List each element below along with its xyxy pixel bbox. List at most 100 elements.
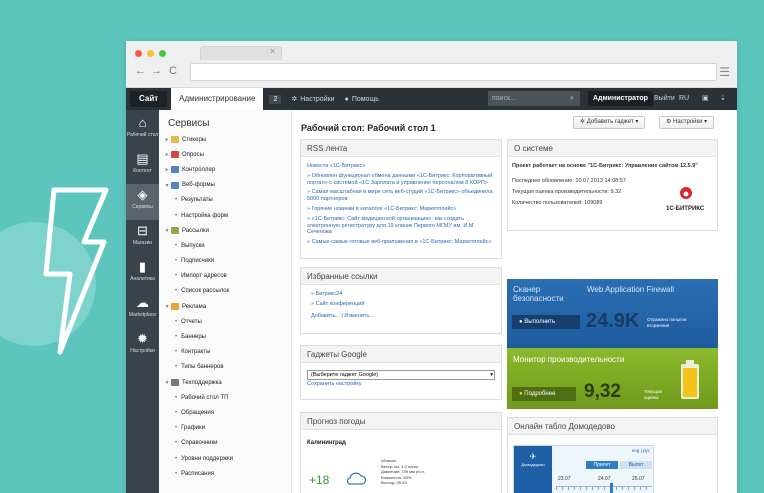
add-gadget-button[interactable]: ✲ Добавить гаджет ▾ — [573, 116, 646, 129]
date-label[interactable]: 23.07 — [558, 476, 571, 482]
forward-icon[interactable]: → — [151, 65, 162, 77]
services-tree: Сервисы ▸ Стикеры ▸ Опросы ▸ Контроллер ▾ Веб-ф… — [159, 110, 292, 493]
tree-subitem[interactable]: • Результаты — [159, 193, 291, 208]
tree-subitem[interactable]: • Отчеты — [159, 314, 291, 329]
sidebar-item-marketplace[interactable]: ☁ Marketplace — [126, 292, 159, 328]
search-input[interactable]: поиск... — [488, 91, 580, 106]
sidebar-item-analytics[interactable]: ▮ Аналитика — [126, 256, 159, 292]
rss-link[interactable]: » Самые-самые готовые веб-приложения в «… — [307, 239, 495, 246]
tree-item[interactable]: ▾ Техподдержка — [159, 375, 291, 390]
tree-subitem[interactable]: • Выпуски — [159, 238, 291, 253]
tree-subitem[interactable]: • Рабочий стол ТП — [159, 390, 291, 405]
time-slider[interactable] — [610, 483, 613, 493]
admin-topbar: Сайт Администрирование 2 ✲ Настройки ● Пом… — [126, 88, 737, 110]
minimize-dot-icon[interactable] — [147, 50, 154, 57]
tree-subitem[interactable]: • Подписчики — [159, 254, 291, 269]
expand-arrow-icon[interactable]: ▾ — [163, 379, 171, 386]
tree-subitem[interactable]: • Контракты — [159, 345, 291, 360]
tree-item[interactable]: ▸ Контроллер — [159, 162, 291, 177]
google-select-value: (Выберите гаджет Google) — [311, 372, 379, 378]
site-button[interactable]: Сайт — [130, 91, 168, 107]
menu-icon[interactable]: ☰ — [719, 65, 730, 79]
tree-subitem[interactable]: • Уровни поддержки — [159, 451, 291, 466]
sidebar-item-settings[interactable]: ✹ Настройки — [126, 328, 159, 364]
scanner-note: Отражено попыток вторжения — [647, 317, 687, 328]
expand-arrow-icon[interactable]: ▸ — [163, 166, 171, 173]
monitor-details-button[interactable]: ● Подробнее — [512, 387, 576, 401]
expand-arrow-icon[interactable]: ▾ — [163, 303, 171, 310]
help-link[interactable]: ● Помощь — [345, 96, 379, 103]
tree-subitem[interactable]: • Список рассылок — [159, 284, 291, 299]
window-icon[interactable]: ▣ — [702, 88, 709, 110]
tree-subitem[interactable]: • Импорт адресов — [159, 269, 291, 284]
tab-close-icon[interactable]: × — [270, 46, 275, 56]
rss-link[interactable]: » Обновлен функционал обмена данными «1С… — [307, 173, 495, 187]
maximize-dot-icon[interactable] — [159, 50, 166, 57]
system-title: О системе — [508, 140, 717, 157]
weather-city: Калининград — [307, 440, 346, 446]
favorite-link[interactable]: » Битрикс24 — [311, 291, 495, 298]
sidebar-item-services[interactable]: ◈ Сервисы — [126, 184, 159, 220]
airport-title: Онлайн табло Домодедово — [508, 418, 717, 435]
favorites-actions[interactable]: Добавить... | Изменить... — [311, 313, 495, 320]
logout-link[interactable]: Выйти — [654, 88, 675, 110]
tree-subitem[interactable]: • Обращения — [159, 405, 291, 420]
scanner-run-button[interactable]: ● Выполнить — [512, 315, 580, 329]
rss-link[interactable]: » «1С-Битрикс: Сайт медицинской организа… — [307, 216, 495, 236]
tree-item-label: Результаты — [181, 197, 213, 204]
settings-link[interactable]: ✲ Настройки — [291, 95, 334, 104]
tree-subitem[interactable]: • Типы баннеров — [159, 360, 291, 375]
tree-subitem[interactable]: • Графики — [159, 421, 291, 436]
search-icon[interactable]: ⌕ — [570, 88, 574, 110]
tree-subitem[interactable]: • Баннеры — [159, 329, 291, 344]
browser-chrome: × ← → C ☰ — [126, 41, 737, 88]
bar-chart-icon: ▮ — [138, 259, 147, 274]
tree-item[interactable]: ▾ Рассылки — [159, 223, 291, 238]
rss-gadget: RSS лента Новости «1С-Битрикс» » Обновле… — [300, 139, 502, 259]
user-button[interactable]: Администратор — [588, 91, 653, 106]
tree-item[interactable]: ▾ Веб-формы — [159, 178, 291, 193]
reload-icon[interactable]: C — [169, 65, 177, 77]
expand-arrow-icon[interactable]: ▸ — [163, 136, 171, 143]
sidebar-item-desktop[interactable]: ⌂ Рабочий стол — [126, 112, 159, 148]
tree-item[interactable]: ▸ Опросы — [159, 147, 291, 162]
date-label[interactable]: 25.07 — [632, 476, 645, 482]
close-dot-icon[interactable] — [135, 50, 142, 57]
settings-button[interactable]: ⚙ Настройки ▾ — [659, 116, 715, 129]
expand-arrow-icon[interactable]: ▾ — [163, 227, 171, 234]
folder-icon — [171, 151, 179, 159]
departure-tab[interactable]: Вылет — [620, 461, 652, 469]
notifications-badge[interactable]: 2 — [269, 94, 282, 104]
rss-link[interactable]: » Горячие новинки в каталоге «1С-Битрикс… — [307, 206, 495, 213]
weather-temp: +18 — [309, 473, 330, 487]
bullet-icon: • — [175, 349, 178, 356]
tree-item[interactable]: ▾ Реклама — [159, 299, 291, 314]
tree-subitem[interactable]: • Справочники — [159, 436, 291, 451]
language-select[interactable]: RU — [679, 88, 689, 110]
google-save-link[interactable]: Сохранить настройку — [307, 381, 501, 388]
folder-icon — [171, 227, 179, 235]
address-bar[interactable] — [190, 63, 717, 81]
tree-item[interactable]: ▸ Стикеры — [159, 132, 291, 147]
expand-arrow-icon[interactable]: ▸ — [163, 151, 171, 158]
cloud-icon: ☁ — [136, 295, 149, 310]
date-label[interactable]: 24.07 — [598, 476, 611, 482]
pin-icon[interactable]: ⇣ — [720, 88, 726, 110]
expand-arrow-icon[interactable]: ▾ — [163, 182, 171, 189]
admin-tab[interactable]: Администрирование — [171, 88, 264, 110]
rss-link[interactable]: » Самая масштабная в мире сеть веб-студи… — [307, 189, 495, 203]
airport-lang[interactable]: eng | рус — [632, 448, 650, 453]
sidebar-item-content[interactable]: ▤ Контент — [126, 148, 159, 184]
back-icon[interactable]: ← — [135, 65, 146, 77]
tree-subitem[interactable]: • Расписания — [159, 466, 291, 481]
sidebar-item-shop[interactable]: ⊟ Магазин — [126, 220, 159, 256]
tree-subitem[interactable]: • Настройка форм — [159, 208, 291, 223]
rss-link[interactable]: Новости «1С-Битрикс» — [307, 163, 495, 170]
favorite-link[interactable]: » Сайт конференций — [311, 301, 495, 308]
google-gadget-select[interactable]: (Выберите гаджет Google) ▾ — [307, 370, 495, 380]
tree-item-label: Контракты — [181, 349, 211, 356]
arrival-tab[interactable]: Прилет — [586, 461, 618, 469]
airport-gadget: Онлайн табло Домодедово ✈ Домодедово eng… — [507, 417, 718, 493]
system-last-update: Последнее обновление: 10.07.2013 14:08:5… — [512, 178, 626, 184]
tree-item-label: Техподдержка — [182, 379, 222, 386]
